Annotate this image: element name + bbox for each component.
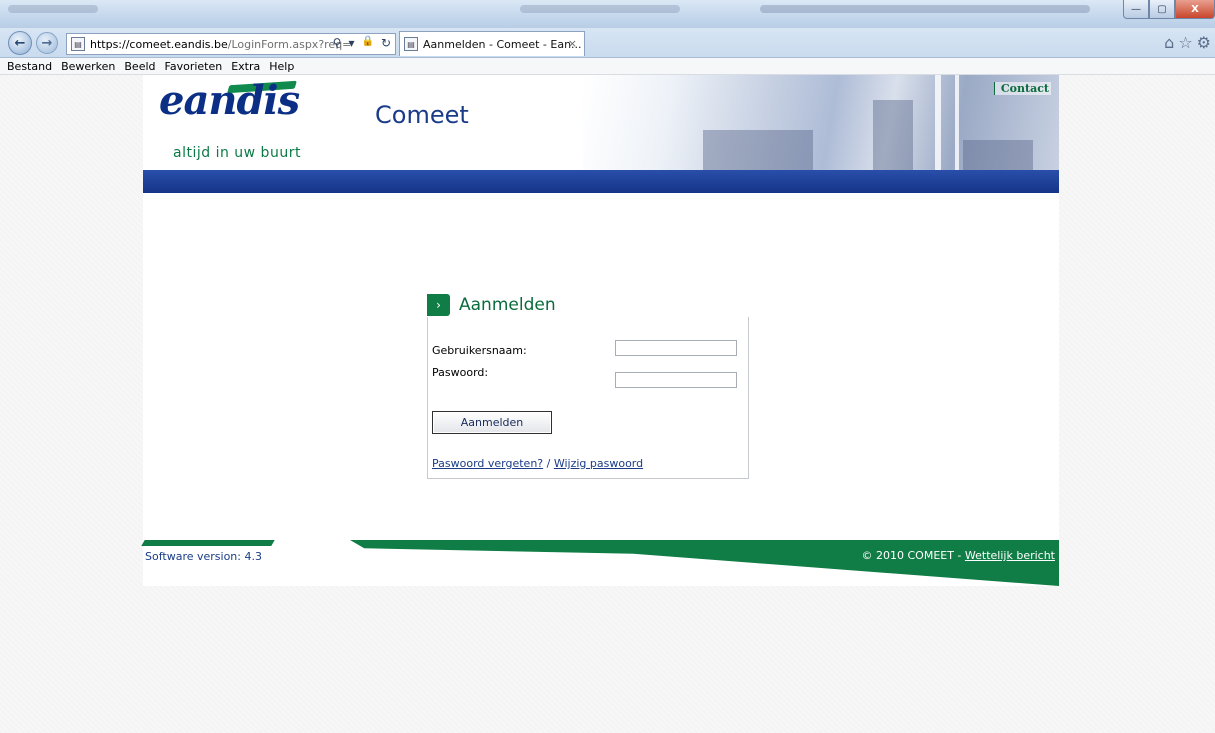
logo-area: eandis altijd in uw buurt Comeet xyxy=(143,75,583,170)
window-controls: — ▢ X xyxy=(1123,0,1215,20)
footer-stripe xyxy=(141,540,275,546)
site-title: Comeet xyxy=(375,101,469,129)
tab-aanmelden[interactable]: ▤ Aanmelden - Comeet - Ean... × xyxy=(399,31,585,56)
minimize-icon[interactable]: — xyxy=(1123,0,1149,19)
chevron-right-icon: › xyxy=(427,294,450,316)
forgot-password-link[interactable]: Paswoord vergeten? xyxy=(432,457,543,470)
window-titlebar: — ▢ X xyxy=(0,0,1215,28)
login-panel-header: › Aanmelden xyxy=(427,293,749,319)
tab-page-icon: ▤ xyxy=(404,37,418,51)
username-label: Gebruikersnaam: xyxy=(432,344,527,357)
link-separator: / xyxy=(543,457,554,470)
maximize-icon[interactable]: ▢ xyxy=(1149,0,1175,19)
window-title-shadow xyxy=(760,5,1090,13)
copyright-text: © 2010 COMEET - xyxy=(861,549,965,562)
tab-close-icon[interactable]: × xyxy=(568,37,577,50)
banner-building xyxy=(963,140,1033,170)
change-password-link[interactable]: Wijzig paswoord xyxy=(554,457,643,470)
banner-building xyxy=(873,100,913,170)
password-label: Paswoord: xyxy=(432,366,489,379)
header-blue-band xyxy=(143,170,1059,193)
eandis-logo[interactable]: eandis xyxy=(159,77,300,124)
username-input[interactable] xyxy=(615,340,737,356)
login-title: Aanmelden xyxy=(459,295,556,315)
password-input[interactable] xyxy=(615,372,737,388)
window-title-blur xyxy=(520,5,680,13)
chevron-down-icon[interactable]: ▾ xyxy=(348,36,354,50)
page-container: eandis altijd in uw buurt Comeet Contact… xyxy=(141,75,1059,586)
page-icon: ▤ xyxy=(71,37,85,51)
url-host: https://comeet.eandis.be xyxy=(90,37,228,51)
address-bar-icons: ⚲ ▾ 🔒 ↻ xyxy=(333,36,391,50)
software-version: Software version: 4.3 xyxy=(145,550,262,563)
settings-icon[interactable]: ⚙ xyxy=(1197,33,1211,52)
favorites-icon[interactable]: ☆ xyxy=(1178,33,1192,52)
banner-pole xyxy=(955,75,959,170)
menu-bar: Bestand Bewerken Beeld Favorieten Extra … xyxy=(0,58,1215,75)
legal-notice-link[interactable]: Wettelijk bericht xyxy=(965,549,1055,562)
refresh-icon[interactable]: ↻ xyxy=(381,36,391,50)
lock-icon[interactable]: 🔒 xyxy=(361,36,373,50)
menu-item-extra[interactable]: Extra xyxy=(231,60,260,73)
search-icon[interactable]: ⚲ xyxy=(333,36,342,50)
tagline: altijd in uw buurt xyxy=(173,145,301,161)
footer-green-band xyxy=(350,540,1059,586)
menu-item-favorieten[interactable]: Favorieten xyxy=(165,60,223,73)
menu-item-beeld[interactable]: Beeld xyxy=(124,60,155,73)
password-links: Paswoord vergeten? / Wijzig paswoord xyxy=(432,457,643,470)
browser-toolbar-right: ⌂ ☆ ⚙ xyxy=(1164,33,1211,52)
browser-navigation-bar: ← → ▤ https://comeet.eandis.be/LoginForm… xyxy=(0,28,1215,58)
address-bar[interactable]: ▤ https://comeet.eandis.be/LoginForm.asp… xyxy=(66,33,396,55)
header-banner-image: Contact xyxy=(583,75,1059,170)
contact-link[interactable]: Contact xyxy=(993,82,1051,95)
banner-building xyxy=(703,130,813,170)
copyright: © 2010 COMEET - Wettelijk bericht xyxy=(862,549,1056,562)
menu-item-bewerken[interactable]: Bewerken xyxy=(61,60,115,73)
page-viewport: eandis altijd in uw buurt Comeet Contact… xyxy=(0,75,1215,733)
home-icon[interactable]: ⌂ xyxy=(1164,33,1174,52)
login-button[interactable]: Aanmelden xyxy=(432,411,552,434)
quick-access-toolbar xyxy=(8,5,98,13)
tab-title: Aanmelden - Comeet - Ean... xyxy=(423,37,582,51)
banner-pole xyxy=(935,75,941,170)
menu-item-bestand[interactable]: Bestand xyxy=(7,60,52,73)
menu-item-help[interactable]: Help xyxy=(269,60,294,73)
login-form: Gebruikersnaam: Paswoord: Aanmelden Pasw… xyxy=(427,317,749,479)
close-window-icon[interactable]: X xyxy=(1175,0,1215,19)
forward-icon[interactable]: → xyxy=(36,32,58,54)
back-icon[interactable]: ← xyxy=(8,31,32,55)
